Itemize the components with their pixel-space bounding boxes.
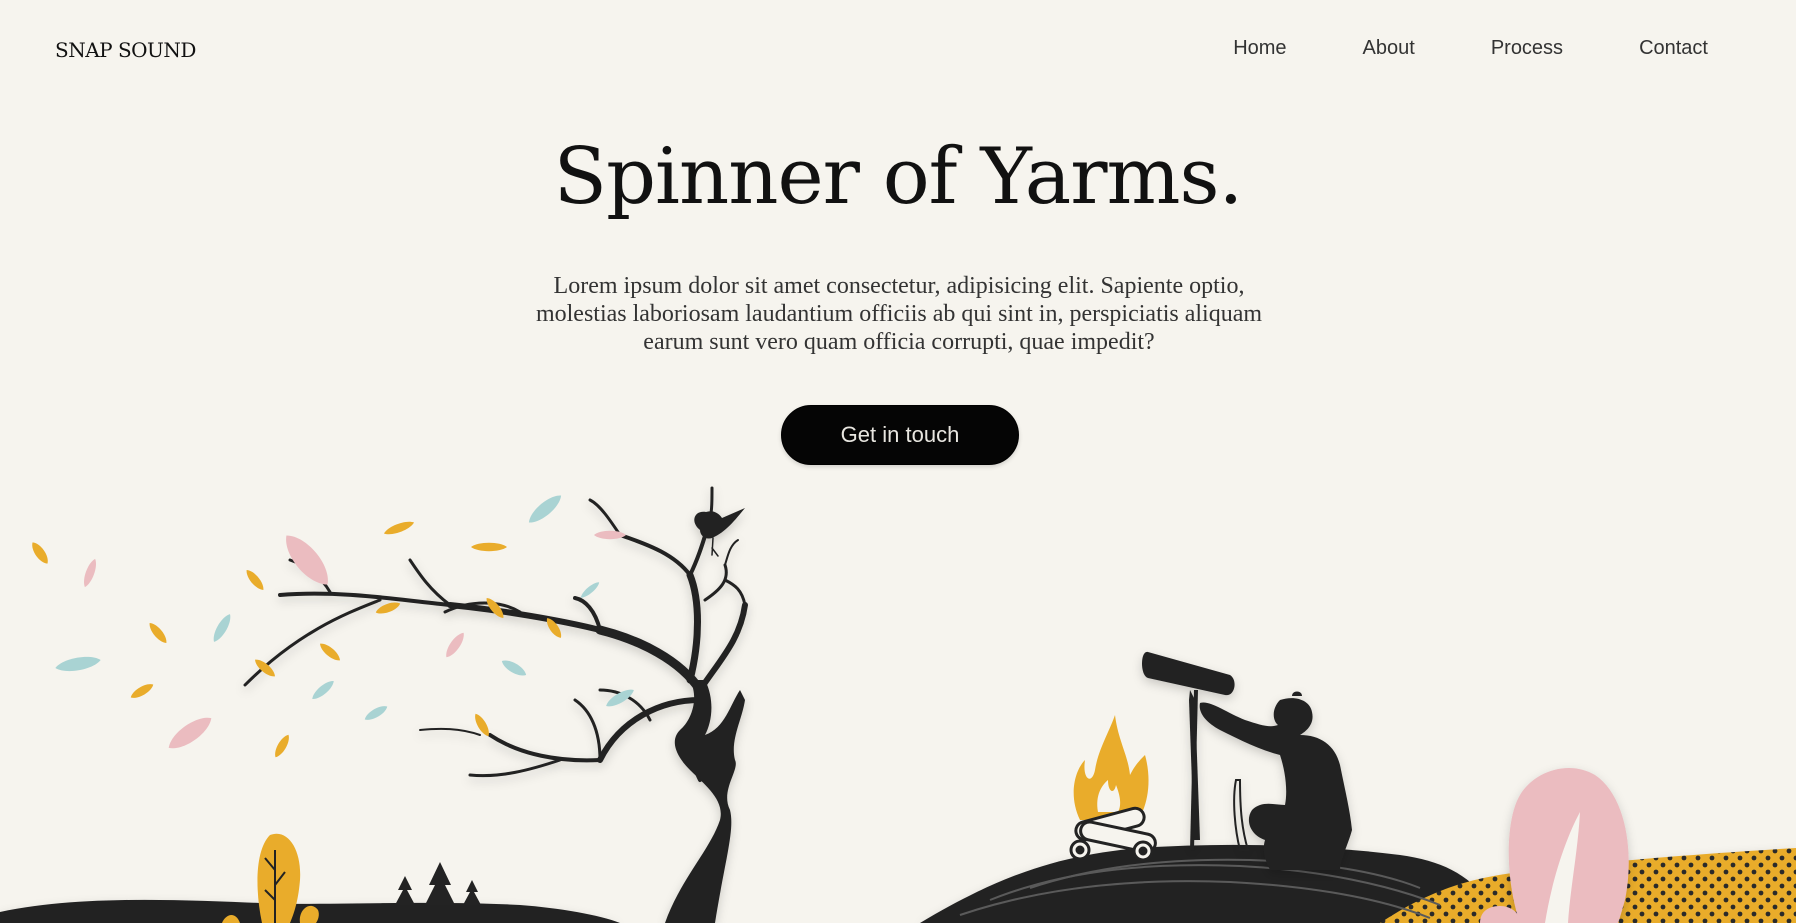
nav-link-about[interactable]: About — [1363, 37, 1415, 60]
campfire — [1069, 715, 1157, 862]
hero-title: Spinner of Yarms. — [553, 132, 1244, 222]
nav-link-process[interactable]: Process — [1491, 37, 1563, 60]
top-nav: SNAP SOUND Home About Process Contact — [0, 0, 1796, 100]
bare-tree — [243, 486, 748, 923]
pine-trees — [395, 862, 481, 905]
falling-leaves — [28, 490, 637, 760]
get-in-touch-button[interactable]: Get in touch — [781, 405, 1019, 465]
sound-recordist-silhouette — [1142, 651, 1352, 870]
site-logo[interactable]: SNAP SOUND — [55, 38, 196, 62]
nav-link-contact[interactable]: Contact — [1639, 37, 1708, 60]
hero-description: Lorem ipsum dolor sit amet consectetur, … — [535, 273, 1263, 355]
nav-links: Home About Process Contact — [1157, 37, 1708, 60]
nav-link-home[interactable]: Home — [1233, 37, 1286, 60]
hero-illustration — [0, 486, 1796, 923]
